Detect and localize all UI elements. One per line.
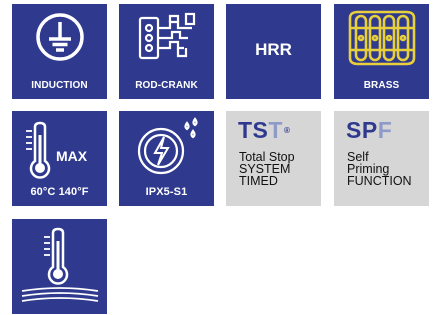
max-label: MAX: [56, 148, 88, 164]
rod-crank-tile: ROD-CRANK: [119, 4, 214, 99]
tst-tile: TST® Total Stop SYSTEM TIMED: [226, 111, 321, 206]
temperature-caption: 60°C 140°F: [30, 186, 89, 198]
rod-crank-mechanism-icon: [138, 12, 196, 60]
ipx5-tile: IPX5-S1: [119, 111, 214, 206]
tst-abbreviation: TST®: [238, 117, 291, 143]
hrr-label: HRR: [255, 40, 292, 59]
ground-symbol-icon: [36, 13, 84, 61]
rod-crank-caption: ROD-CRANK: [135, 80, 198, 91]
thermometer-icon: [26, 121, 51, 179]
water-temperature-tile: [12, 219, 107, 314]
water-protection-icon: [137, 117, 198, 175]
brass-caption: BRASS: [363, 80, 400, 91]
induction-tile: INDUCTION: [12, 4, 107, 99]
spf-abbreviation: SPF: [346, 117, 393, 143]
thermometer-waves-icon: [21, 227, 99, 302]
induction-caption: INDUCTION: [31, 80, 88, 91]
tst-description: Total Stop SYSTEM TIMED: [239, 150, 295, 188]
brass-tile: BRASS: [334, 4, 429, 99]
spf-tile: SPF Self Priming FUNCTION: [334, 111, 429, 206]
spf-description: Self Priming FUNCTION: [347, 150, 412, 188]
brass-pipes-icon: [348, 10, 416, 66]
ipx5-caption: IPX5-S1: [145, 186, 188, 198]
registered-mark: ®: [283, 126, 291, 135]
hrr-tile: HRR: [226, 4, 321, 99]
max-temperature-tile: MAX 60°C 140°F: [12, 111, 107, 206]
